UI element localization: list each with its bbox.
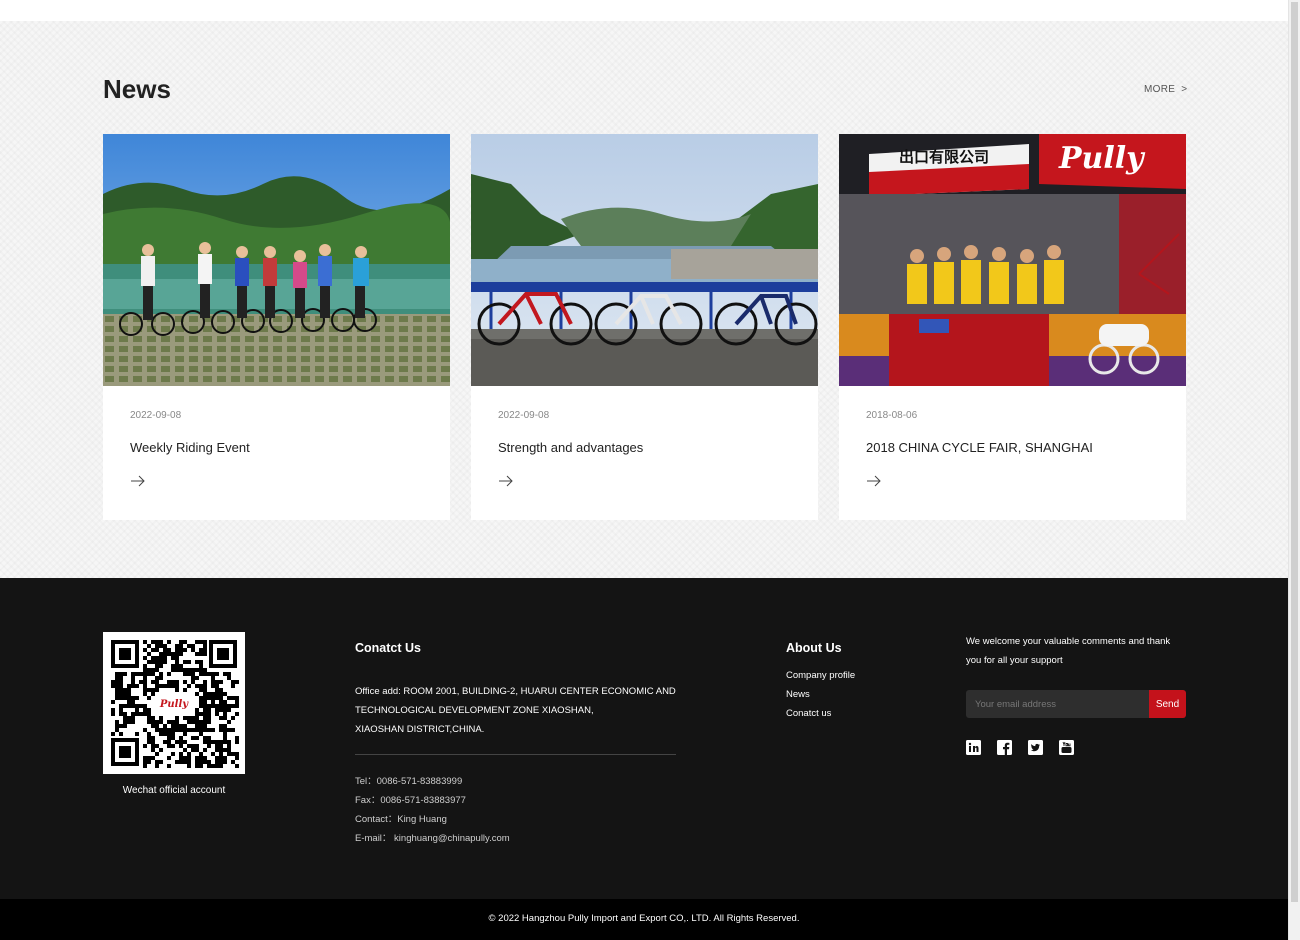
email-input[interactable]: [966, 690, 1149, 718]
about-link-news[interactable]: News: [786, 689, 810, 700]
address-line: XIAOSHAN DISTRICT,CHINA.: [355, 724, 485, 735]
youtube-icon[interactable]: [1059, 740, 1074, 755]
facebook-icon[interactable]: [997, 740, 1012, 755]
vertical-scrollbar[interactable]: [1288, 0, 1300, 940]
contact-address: Office add: ROOM 2001, BUILDING-2, HUARU…: [355, 682, 685, 739]
news-card[interactable]: 出口有限公司 Pully 2018-08-06 2018 CHINA CYCLE…: [839, 134, 1186, 520]
news-section: News MORE > 2022-09-08 Weekly Riding Eve…: [0, 21, 1288, 578]
address-line: TECHNOLOGICAL DEVELOPMENT ZONE XIAOSHAN,: [355, 705, 594, 716]
linkedin-icon[interactable]: [966, 740, 981, 755]
arrow-right-icon[interactable]: [866, 474, 882, 488]
about-link-contact[interactable]: Conatct us: [786, 708, 831, 719]
contact-heading: Conatct Us: [355, 641, 421, 655]
arrow-right-icon[interactable]: [130, 474, 146, 488]
news-date: 2022-09-08: [498, 410, 550, 421]
about-heading: About Us: [786, 641, 842, 655]
news-title-link[interactable]: 2018 CHINA CYCLE FAIR, SHANGHAI: [866, 440, 1093, 455]
twitter-icon[interactable]: [1028, 740, 1043, 755]
news-date: 2022-09-08: [130, 410, 182, 421]
chevron-right-icon: >: [1181, 84, 1188, 95]
more-link[interactable]: MORE >: [1144, 84, 1187, 95]
more-link-label: MORE: [1144, 84, 1176, 95]
news-date: 2018-08-06: [866, 410, 918, 421]
news-image-trade-fair-booth[interactable]: 出口有限公司 Pully: [839, 134, 1186, 386]
news-title-link[interactable]: Weekly Riding Event: [130, 440, 250, 455]
send-button[interactable]: Send: [1149, 690, 1186, 718]
site-footer: Pully Wechat official account Conatct Us…: [0, 578, 1288, 899]
news-card[interactable]: 2022-09-08 Strength and advantages: [471, 134, 818, 520]
contact-email[interactable]: E-mail： kinghuang@chinapully.com: [355, 830, 510, 844]
wechat-qr-code: Pully: [103, 632, 245, 774]
qr-caption: Wechat official account: [122, 785, 226, 796]
address-line: Office add: ROOM 2001, BUILDING-2, HUARU…: [355, 686, 676, 697]
qr-logo-text: Pully: [159, 699, 189, 710]
news-image-cyclists-by-lake[interactable]: [103, 134, 450, 386]
about-link-company-profile[interactable]: Company profile: [786, 670, 855, 681]
contact-person: Contact：King Huang: [355, 814, 447, 825]
contact-tel: Tel：0086-571-83883999: [355, 776, 463, 787]
top-header-strip: [0, 0, 1288, 21]
news-title-link[interactable]: Strength and advantages: [498, 440, 643, 455]
copyright-bar: © 2022 Hangzhou Pully Import and Export …: [0, 899, 1288, 940]
news-heading: News: [103, 74, 171, 104]
arrow-right-icon[interactable]: [498, 474, 514, 488]
news-card[interactable]: 2022-09-08 Weekly Riding Event: [103, 134, 450, 520]
svg-text:Pully: Pully: [1058, 141, 1146, 176]
copyright-text: © 2022 Hangzhou Pully Import and Export …: [488, 913, 800, 924]
scrollbar-thumb[interactable]: [1291, 2, 1298, 902]
svg-text:出口有限公司: 出口有限公司: [899, 148, 989, 166]
subscribe-welcome-text: We welcome your valuable comments and th…: [966, 636, 1171, 666]
contact-divider: [355, 754, 676, 755]
contact-fax: Fax：0086-571-83883977: [355, 795, 466, 806]
news-image-bikes-on-river-bridge[interactable]: [471, 134, 818, 386]
